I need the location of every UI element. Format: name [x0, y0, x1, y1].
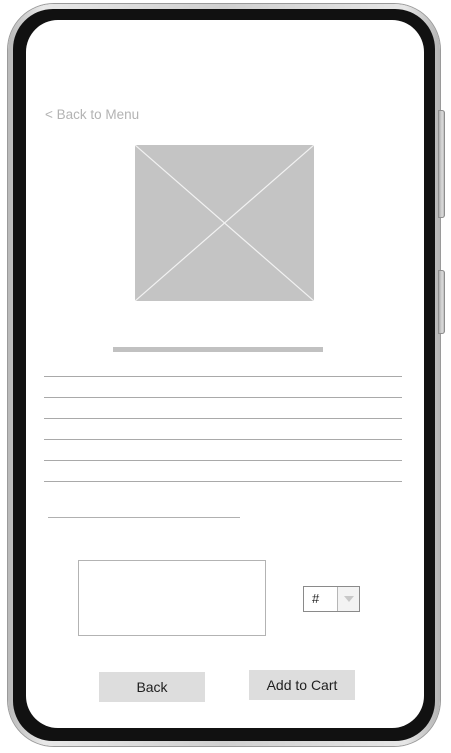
description-line [44, 397, 402, 398]
description-line [44, 481, 402, 482]
back-button[interactable]: Back [99, 672, 205, 702]
phone-screen: < Back to Menu # Back Add to Cart [26, 20, 424, 728]
phone-side-button-upper [438, 110, 445, 218]
description-line [44, 376, 402, 377]
wireframe-stage: < Back to Menu # Back Add to Cart [0, 0, 451, 753]
description-line [44, 460, 402, 461]
chevron-down-icon[interactable] [337, 587, 359, 611]
price-placeholder-line [48, 517, 240, 518]
image-placeholder-icon [135, 145, 314, 301]
product-title-placeholder [113, 347, 323, 352]
quantity-value: # [312, 591, 320, 606]
special-instructions-input[interactable] [78, 560, 266, 636]
description-line [44, 418, 402, 419]
back-to-menu-link[interactable]: < Back to Menu [45, 107, 139, 122]
product-image-placeholder [135, 145, 314, 301]
quantity-select[interactable]: # [303, 586, 360, 612]
phone-side-button-lower [438, 270, 445, 334]
description-line [44, 439, 402, 440]
add-to-cart-button[interactable]: Add to Cart [249, 670, 355, 700]
